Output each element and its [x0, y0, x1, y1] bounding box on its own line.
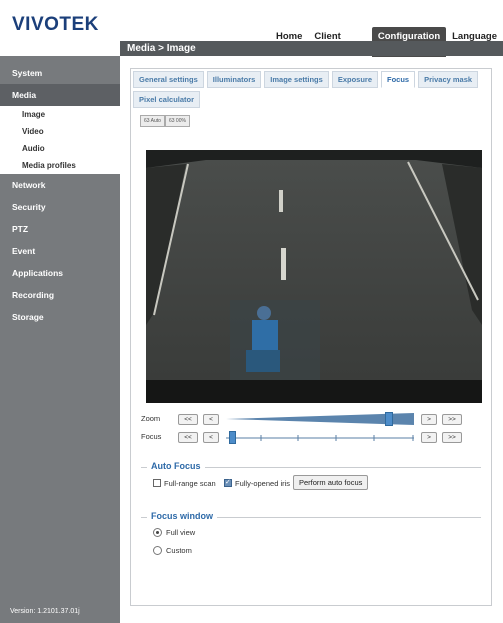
sidebar: System Media Image Video Audio Media pro…	[0, 56, 120, 623]
focus-slider[interactable]	[226, 431, 414, 445]
tab-pixel-calculator[interactable]: Pixel calculator	[133, 91, 201, 108]
sidebar-item-security[interactable]: Security	[0, 196, 120, 218]
full-range-scan-label: Full-range scan	[164, 479, 216, 488]
tab-bar: General settings Illuminators Image sett…	[133, 71, 489, 108]
tab-privacy-mask[interactable]: Privacy mask	[418, 71, 479, 88]
sidebar-item-event[interactable]: Event	[0, 240, 120, 262]
tab-focus[interactable]: Focus	[381, 71, 416, 88]
fully-opened-iris-label: Fully-opened iris	[235, 479, 291, 488]
zoom-out-fast-button[interactable]: <<	[178, 414, 198, 425]
focus-near-fast-button[interactable]: <<	[178, 432, 198, 443]
tab-exposure[interactable]: Exposure	[331, 71, 378, 88]
camera-feed-image	[146, 150, 482, 403]
tab-general-settings[interactable]: General settings	[133, 71, 204, 88]
focus-slider-thumb[interactable]	[229, 431, 236, 444]
full-view-radio[interactable]	[153, 528, 162, 537]
live-video-view[interactable]	[146, 150, 482, 403]
sidebar-item-ptz[interactable]: PTZ	[0, 218, 120, 240]
focus-window-title: Focus window	[147, 511, 217, 521]
focus-far-button[interactable]: >	[421, 432, 437, 443]
sidebar-item-applications[interactable]: Applications	[0, 262, 120, 284]
sidebar-item-recording[interactable]: Recording	[0, 284, 120, 306]
sidebar-item-system[interactable]: System	[0, 62, 120, 84]
zoom-slider-thumb[interactable]	[385, 412, 393, 426]
fully-opened-iris-checkbox[interactable]	[224, 478, 232, 487]
sidebar-subitem-media-profiles[interactable]: Media profiles	[0, 157, 120, 174]
page-title: Media > Image	[120, 41, 503, 56]
sidebar-item-media[interactable]: Media	[0, 84, 120, 106]
zoom-out-button[interactable]: <	[203, 414, 219, 425]
media-submenu: Image Video Audio Media profiles	[0, 106, 120, 174]
focus-label: Focus	[141, 432, 162, 441]
tab-image-settings[interactable]: Image settings	[264, 71, 329, 88]
view-buttons: 63 Auto 63 00%	[140, 115, 190, 127]
vivotek-logo: VIVOTEK	[12, 14, 99, 35]
auto-focus-title: Auto Focus	[147, 461, 205, 471]
custom-radio[interactable]	[153, 546, 162, 555]
sidebar-subitem-image[interactable]: Image	[0, 106, 120, 123]
zoom-in-button[interactable]: >	[421, 414, 437, 425]
tab-illuminators[interactable]: Illuminators	[206, 71, 262, 88]
firmware-version: Version: 1.2101.37.01j	[10, 608, 80, 615]
full-view-label: Full view	[166, 528, 196, 537]
custom-label: Custom	[166, 546, 192, 555]
sidebar-subitem-video[interactable]: Video	[0, 123, 120, 140]
full-range-scan-checkbox[interactable]	[153, 479, 161, 487]
sidebar-item-network[interactable]: Network	[0, 174, 120, 196]
sidebar-subitem-audio[interactable]: Audio	[0, 140, 120, 157]
sidebar-item-storage[interactable]: Storage	[0, 306, 120, 328]
zoom-in-fast-button[interactable]: >>	[442, 414, 462, 425]
auto-view-button[interactable]: 63 Auto	[140, 115, 165, 127]
focus-near-button[interactable]: <	[203, 432, 219, 443]
focus-far-fast-button[interactable]: >>	[442, 432, 462, 443]
focus-settings-panel: General settings Illuminators Image sett…	[130, 68, 492, 606]
perform-auto-focus-button[interactable]: Perform auto focus	[293, 475, 369, 490]
zoom-label: Zoom	[141, 414, 161, 423]
scale-view-button[interactable]: 63 00%	[164, 115, 190, 127]
